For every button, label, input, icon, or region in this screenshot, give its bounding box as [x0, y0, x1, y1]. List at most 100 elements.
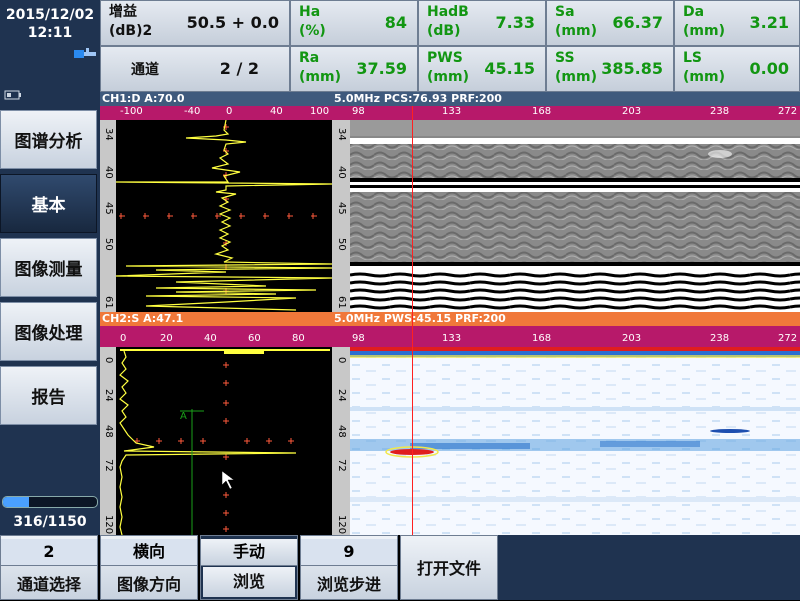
time-text: 12:11	[27, 25, 73, 41]
ch1-depth-tick: 61	[103, 296, 114, 309]
nav-label: 图像测量	[14, 260, 83, 280]
browse-step-button[interactable]: 9 浏览步进	[300, 535, 398, 600]
ch1-status-left: CH1:D A:70.0	[102, 92, 185, 105]
channel-select-label: 通道选择	[16, 575, 81, 594]
nav-label: 图像处理	[14, 324, 83, 344]
ch1-bscan-ruler: 98 133 168 203 238 272	[350, 106, 800, 120]
browse-value: 手动	[201, 539, 297, 566]
ch1-bscan-image	[350, 120, 800, 312]
nav-image-measure[interactable]: 图像测量	[0, 238, 97, 297]
ch1-depth-tick: 40	[103, 166, 114, 179]
ss-cell: SS (mm) 385.85	[546, 46, 674, 92]
open-file-label: 打开文件	[416, 559, 481, 578]
ls-cell: LS (mm) 0.00	[674, 46, 800, 92]
svg-text:A: A	[180, 411, 187, 422]
ls-unit: (mm)	[683, 69, 725, 85]
ch2-ascan-tick: 0	[120, 333, 127, 344]
ch1-depth-tick: 61	[336, 296, 347, 309]
browse-label: 浏览	[203, 567, 295, 597]
ch1-depth-tick: 45	[336, 202, 347, 215]
channel-cell[interactable]: 通道 2 / 2	[100, 46, 290, 92]
progress-text: 316/1150	[13, 514, 87, 530]
ch2-depth-tick: 48	[103, 425, 114, 438]
progress-fill	[3, 497, 29, 507]
nav-report[interactable]: 报告	[0, 366, 97, 425]
ha-value: 84	[384, 13, 407, 32]
ch2-ascan-tick: 80	[292, 333, 305, 344]
nav-spectrum-analysis[interactable]: 图谱分析	[0, 110, 97, 169]
browse-button[interactable]: 手动 浏览	[200, 535, 298, 600]
sa-cell: Sa (mm) 66.37	[546, 0, 674, 46]
ch1-ascan-tick: 40	[270, 106, 283, 117]
datetime: 2015/12/02 12:11	[0, 6, 100, 42]
open-file-button[interactable]: 打开文件	[400, 535, 498, 600]
ch2-bscan-tick: 203	[622, 333, 642, 344]
image-direction-label: 图像方向	[116, 575, 181, 594]
ls-label: LS	[683, 50, 703, 66]
hadb-unit: (dB)	[427, 23, 461, 39]
ch2-bscan-tick: 272	[778, 333, 798, 344]
left-panel: 2015/12/02 12:11 图谱分析 基本 图像测量 图像处理 报告 31…	[0, 0, 100, 535]
gain-cell[interactable]: 增益 (dB)2 50.5 + 0.0	[100, 0, 290, 46]
ls-value: 0.00	[749, 59, 789, 78]
ch1-ascan-tick: 100	[310, 106, 330, 117]
nav-label: 图谱分析	[14, 132, 83, 152]
ch2-depth-tick: 0	[336, 357, 347, 364]
channel-select-button[interactable]: 2 通道选择	[0, 535, 98, 600]
browse-step-label: 浏览步进	[316, 575, 381, 594]
ch2-ascan-tick: 60	[248, 333, 261, 344]
scan-position-cursor[interactable]	[412, 106, 413, 535]
ss-unit: (mm)	[555, 69, 597, 85]
ch2-status-left: CH2:S A:47.1	[102, 312, 184, 325]
ruler-corner	[100, 326, 116, 347]
ra-value: 37.59	[356, 59, 407, 78]
da-cell: Da (mm) 3.21	[674, 0, 800, 46]
ch1-ascan-tick: -100	[120, 106, 143, 117]
ch2-ascan-plot: A	[116, 347, 332, 535]
ch2-bscan-tick: 98	[352, 333, 365, 344]
ch2-ascan-tick: 20	[160, 333, 173, 344]
ch1-ascan-plot	[116, 120, 332, 312]
ch2-ascan-tick: 40	[204, 333, 217, 344]
pws-label: PWS	[427, 50, 463, 66]
ha-label: Ha	[299, 4, 321, 20]
nav-label: 报告	[31, 388, 66, 408]
ch2-depth-tick: 72	[103, 459, 114, 472]
ch2-depth-tick: 120	[103, 515, 114, 535]
ch1-depth-tick: 50	[103, 238, 114, 251]
gain-value: 50.5 + 0.0	[186, 13, 279, 32]
ch2-depth-tick: 48	[336, 425, 347, 438]
ra-unit: (mm)	[299, 69, 341, 85]
da-label: Da	[683, 4, 705, 20]
ch1-depth-tick: 34	[103, 128, 114, 141]
ch1-depth-tick: 34	[336, 128, 347, 141]
hadb-label: HadB	[427, 4, 469, 20]
nav-label: 基本	[31, 196, 66, 216]
ch2-depth-tick: 24	[336, 389, 347, 402]
ch1-bscan-tick: 238	[710, 106, 730, 117]
ch2-status-bar: CH2:S A:47.1 5.0MHz PWS:45.15 PRF:200	[100, 312, 800, 326]
nav-image-processing[interactable]: 图像处理	[0, 302, 97, 361]
ch1-depth-tick: 50	[336, 238, 347, 251]
ha-unit: (%)	[299, 23, 326, 39]
channel-label: 通道	[131, 62, 159, 78]
pws-value: 45.15	[484, 59, 535, 78]
ch2-depth-tick: 24	[103, 389, 114, 402]
ruler-corner	[332, 106, 350, 120]
ch1-status-right: 5.0MHz PCS:76.93 PRF:200	[334, 92, 502, 105]
ruler-corner	[100, 106, 116, 120]
ch1-ascan-tick: -40	[184, 106, 201, 117]
channel-select-value: 2	[1, 539, 97, 566]
nav-basic[interactable]: 基本	[0, 174, 97, 233]
ch1-bscan-tick: 168	[532, 106, 552, 117]
ch1-ascan-ruler: -100 -40 0 40 100	[116, 106, 332, 120]
ra-cell: Ra (mm) 37.59	[290, 46, 418, 92]
sa-value: 66.37	[612, 13, 663, 32]
ch2-bscan-tick: 168	[532, 333, 552, 344]
ch2-depth-tick: 0	[103, 357, 114, 364]
da-value: 3.21	[749, 13, 789, 32]
ch2-bscan-image	[350, 347, 800, 535]
image-direction-button[interactable]: 横向 图像方向	[100, 535, 198, 600]
ch1-ascan-tick: 0	[226, 106, 233, 117]
ch2-ascan-ruler: 0 20 40 60 80	[116, 333, 332, 347]
